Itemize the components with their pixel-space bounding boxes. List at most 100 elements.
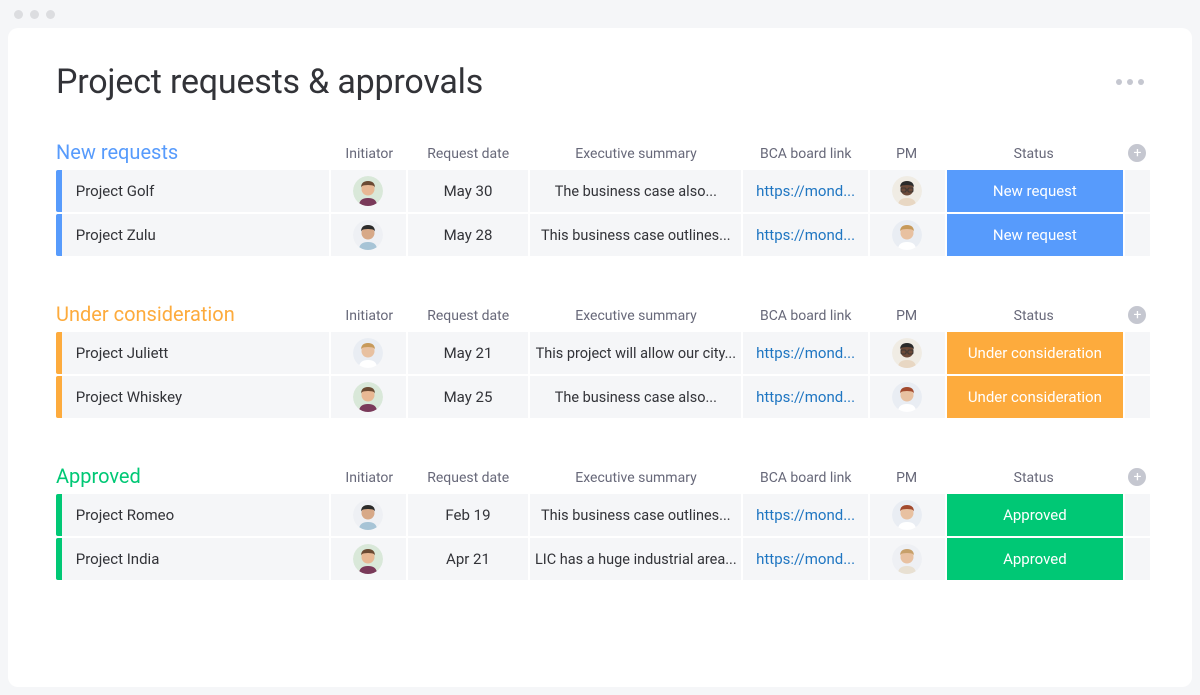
request-date-cell[interactable]: May 21 <box>408 332 529 374</box>
pm-cell[interactable] <box>870 332 945 374</box>
board-link[interactable]: https://mond... <box>756 226 855 244</box>
column-header-request-date[interactable]: Request date <box>407 308 529 330</box>
request-date-cell[interactable]: Feb 19 <box>408 494 529 536</box>
more-menu-button[interactable] <box>1116 79 1152 85</box>
summary-cell[interactable]: LIC has a huge industrial area... <box>530 538 741 580</box>
link-cell[interactable]: https://mond... <box>743 494 868 536</box>
avatar <box>353 382 383 412</box>
plus-icon: + <box>1128 144 1146 162</box>
column-header-pm[interactable]: PM <box>869 470 945 492</box>
row-extra-cell <box>1125 538 1150 580</box>
avatar <box>353 544 383 574</box>
row-extra-cell <box>1125 170 1150 212</box>
summary-cell[interactable]: The business case also... <box>530 376 741 418</box>
status-cell[interactable]: Under consideration <box>947 376 1123 418</box>
summary-cell[interactable]: This business case outlines... <box>530 494 741 536</box>
row-extra-cell <box>1125 332 1150 374</box>
initiator-cell[interactable] <box>331 170 406 212</box>
add-column-button[interactable]: + <box>1123 468 1152 492</box>
column-header-link[interactable]: BCA board link <box>743 470 869 492</box>
initiator-cell[interactable] <box>331 214 406 256</box>
column-header-request-date[interactable]: Request date <box>407 146 529 168</box>
chrome-dot <box>14 10 23 19</box>
board-link[interactable]: https://mond... <box>756 388 855 406</box>
project-name-cell[interactable]: Project Zulu <box>62 214 329 256</box>
summary-cell[interactable]: This project will allow our city... <box>530 332 741 374</box>
window-chrome <box>0 0 1200 28</box>
page-header: Project requests & approvals <box>56 62 1152 102</box>
project-name-cell[interactable]: Project Golf <box>62 170 329 212</box>
pm-cell[interactable] <box>870 376 945 418</box>
board-link[interactable]: https://mond... <box>756 550 855 568</box>
column-header-summary[interactable]: Executive summary <box>529 470 742 492</box>
request-date-cell[interactable]: Apr 21 <box>408 538 529 580</box>
status-cell[interactable]: New request <box>947 170 1123 212</box>
column-header-summary[interactable]: Executive summary <box>529 308 742 330</box>
status-cell[interactable]: Approved <box>947 494 1123 536</box>
column-header-initiator[interactable]: Initiator <box>331 146 407 168</box>
link-cell[interactable]: https://mond... <box>743 170 868 212</box>
column-header-link[interactable]: BCA board link <box>743 146 869 168</box>
project-name-cell[interactable]: Project India <box>62 538 329 580</box>
row-extra-cell <box>1125 376 1150 418</box>
link-cell[interactable]: https://mond... <box>743 214 868 256</box>
pm-cell[interactable] <box>870 170 945 212</box>
add-column-button[interactable]: + <box>1123 144 1152 168</box>
request-date-cell[interactable]: May 30 <box>408 170 529 212</box>
pm-cell[interactable] <box>870 214 945 256</box>
plus-icon: + <box>1128 468 1146 486</box>
avatar <box>892 220 922 250</box>
column-header-link[interactable]: BCA board link <box>743 308 869 330</box>
summary-cell[interactable]: The business case also... <box>530 170 741 212</box>
request-date-cell[interactable]: May 28 <box>408 214 529 256</box>
avatar <box>892 176 922 206</box>
table-row[interactable]: Project Juliett May 21 This project will… <box>56 332 1152 374</box>
summary-cell[interactable]: This business case outlines... <box>530 214 741 256</box>
link-cell[interactable]: https://mond... <box>743 538 868 580</box>
avatar <box>892 500 922 530</box>
initiator-cell[interactable] <box>331 494 406 536</box>
group-header: Approved Initiator Request date Executiv… <box>56 464 1152 492</box>
add-column-button[interactable]: + <box>1123 306 1152 330</box>
project-name-cell[interactable]: Project Juliett <box>62 332 329 374</box>
pm-cell[interactable] <box>870 538 945 580</box>
column-header-status[interactable]: Status <box>944 470 1122 492</box>
initiator-cell[interactable] <box>331 538 406 580</box>
board-link[interactable]: https://mond... <box>756 182 855 200</box>
group-title[interactable]: Approved <box>56 464 331 492</box>
column-header-initiator[interactable]: Initiator <box>331 308 407 330</box>
status-cell[interactable]: Under consideration <box>947 332 1123 374</box>
table-row[interactable]: Project India Apr 21 LIC has a huge indu… <box>56 538 1152 580</box>
board-link[interactable]: https://mond... <box>756 506 855 524</box>
project-name-cell[interactable]: Project Romeo <box>62 494 329 536</box>
project-name-cell[interactable]: Project Whiskey <box>62 376 329 418</box>
column-header-pm[interactable]: PM <box>869 146 945 168</box>
initiator-cell[interactable] <box>331 332 406 374</box>
avatar <box>892 544 922 574</box>
status-cell[interactable]: New request <box>947 214 1123 256</box>
column-header-initiator[interactable]: Initiator <box>331 470 407 492</box>
link-cell[interactable]: https://mond... <box>743 376 868 418</box>
group: New requests Initiator Request date Exec… <box>56 140 1152 256</box>
row-extra-cell <box>1125 494 1150 536</box>
column-header-status[interactable]: Status <box>944 146 1122 168</box>
table-row[interactable]: Project Whiskey May 25 The business case… <box>56 376 1152 418</box>
request-date-cell[interactable]: May 25 <box>408 376 529 418</box>
group-title[interactable]: New requests <box>56 140 331 168</box>
table-row[interactable]: Project Zulu May 28 This business case o… <box>56 214 1152 256</box>
initiator-cell[interactable] <box>331 376 406 418</box>
column-header-pm[interactable]: PM <box>869 308 945 330</box>
table-row[interactable]: Project Golf May 30 The business case al… <box>56 170 1152 212</box>
status-cell[interactable]: Approved <box>947 538 1123 580</box>
table-row[interactable]: Project Romeo Feb 19 This business case … <box>56 494 1152 536</box>
group-title[interactable]: Under consideration <box>56 302 331 330</box>
avatar <box>892 382 922 412</box>
link-cell[interactable]: https://mond... <box>743 332 868 374</box>
group: Approved Initiator Request date Executiv… <box>56 464 1152 580</box>
pm-cell[interactable] <box>870 494 945 536</box>
column-header-request-date[interactable]: Request date <box>407 470 529 492</box>
column-header-status[interactable]: Status <box>944 308 1122 330</box>
board-link[interactable]: https://mond... <box>756 344 855 362</box>
avatar <box>353 176 383 206</box>
column-header-summary[interactable]: Executive summary <box>529 146 742 168</box>
